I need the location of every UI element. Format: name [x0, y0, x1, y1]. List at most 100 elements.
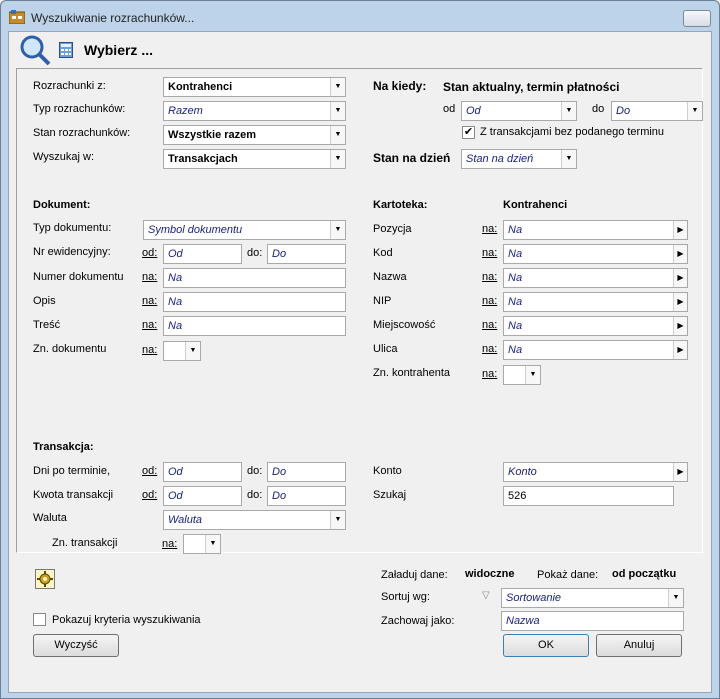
- typ-dokumentu-select[interactable]: Symbol dokumentu ▼: [143, 220, 346, 240]
- chevron-down-icon[interactable]: ▼: [330, 78, 345, 96]
- check-icon: ✔: [463, 126, 474, 138]
- tresc-input[interactable]: Na: [163, 316, 346, 336]
- chevron-down-icon[interactable]: ▼: [330, 221, 345, 239]
- zn-transakcji-label: Zn. transakcji: [52, 537, 118, 549]
- stan-rozrachunkow-select[interactable]: Wszystkie razem ▼: [163, 125, 346, 145]
- transakcja-section-title: Transakcja:: [33, 441, 94, 453]
- szukaj-input[interactable]: 526: [503, 486, 674, 506]
- stan-na-dzien-value: Stan na dzień: [466, 153, 534, 165]
- kartoteka-na-label: na:: [482, 271, 498, 283]
- chevron-down-icon[interactable]: ▼: [330, 150, 345, 168]
- miejscowosc-input[interactable]: Na ▶: [503, 316, 688, 336]
- kod-input[interactable]: Na ▶: [503, 244, 688, 264]
- nr-ewidencyjny-label: Nr ewidencyjny:: [33, 246, 111, 258]
- chevron-down-icon[interactable]: ▼: [330, 511, 345, 529]
- client-area: Wybierz ... Rozrachunki z: Kontrahenci ▼ …: [8, 31, 712, 693]
- arrow-right-icon[interactable]: ▶: [673, 293, 687, 311]
- settings-button[interactable]: [35, 569, 55, 589]
- typ-rozrachunkow-select[interactable]: Razem ▼: [163, 101, 346, 121]
- kwota-od-value: Od: [168, 490, 183, 502]
- chevron-down-icon[interactable]: ▼: [687, 102, 702, 120]
- anuluj-button[interactable]: Anuluj: [596, 634, 682, 657]
- criteria-panel: Rozrachunki z: Kontrahenci ▼ Typ rozrachu…: [16, 68, 703, 554]
- wyszukaj-value: Transakcjach: [168, 153, 238, 165]
- zachowaj-input[interactable]: Nazwa: [501, 611, 684, 631]
- tresc-na-label: na:: [142, 319, 158, 331]
- chevron-down-icon[interactable]: ▼: [205, 535, 220, 553]
- pokazuj-kryteria-label: Pokazuj kryteria wyszukiwania: [52, 614, 201, 626]
- arrow-right-icon[interactable]: ▶: [673, 269, 687, 287]
- close-button[interactable]: [683, 10, 711, 27]
- konto-value: Konto: [508, 466, 537, 478]
- opis-input[interactable]: Na: [163, 292, 346, 312]
- nip-value: Na: [508, 296, 523, 308]
- sortowanie-value: Sortowanie: [506, 592, 562, 604]
- chevron-down-icon[interactable]: ▼: [330, 126, 345, 144]
- kwota-do-input[interactable]: Do: [267, 486, 346, 506]
- chevron-down-icon[interactable]: ▼: [330, 102, 345, 120]
- funnel-icon[interactable]: ▽: [482, 590, 490, 601]
- ulica-input[interactable]: Na ▶: [503, 340, 688, 360]
- chevron-down-icon[interactable]: ▼: [525, 366, 540, 384]
- arrow-right-icon[interactable]: ▶: [673, 341, 687, 359]
- wyczysc-button[interactable]: Wyczyść: [33, 634, 119, 657]
- numer-dokumentu-label: Numer dokumentu: [33, 271, 124, 283]
- stan-na-dzien-select[interactable]: Stan na dzień ▼: [461, 149, 577, 169]
- od-date-select[interactable]: Od ▼: [461, 101, 577, 121]
- zn-kontrahenta-label: Zn. kontrahenta: [373, 367, 451, 379]
- nr-do-input[interactable]: Do: [267, 244, 346, 264]
- do-date-select[interactable]: Do ▼: [611, 101, 703, 121]
- waluta-select[interactable]: Waluta ▼: [163, 510, 346, 530]
- bez-terminu-label: Z transakcjami bez podanego terminu: [480, 126, 665, 138]
- stan-na-dzien-label: Stan na dzień: [373, 151, 451, 165]
- nr-od-input[interactable]: Od: [163, 244, 242, 264]
- chevron-down-icon[interactable]: ▼: [561, 102, 576, 120]
- nr-do-label: do:: [247, 247, 263, 259]
- zn-kontrahenta-select[interactable]: ▼: [503, 365, 541, 385]
- kartoteka-section-title: Kartoteka:: [373, 199, 428, 211]
- title-bar[interactable]: Wyszukiwanie rozrachunków...: [1, 1, 719, 31]
- zn-dokumentu-select[interactable]: ▼: [163, 341, 201, 361]
- zn-transakcji-select[interactable]: ▼: [183, 534, 221, 554]
- konto-input[interactable]: Konto ▶: [503, 462, 688, 482]
- chevron-down-icon[interactable]: ▼: [668, 589, 683, 607]
- dni-od-input[interactable]: Od: [163, 462, 242, 482]
- kwota-od-input[interactable]: Od: [163, 486, 242, 506]
- arrow-right-icon[interactable]: ▶: [673, 245, 687, 263]
- na-kiedy-label: Na kiedy:: [373, 79, 427, 93]
- wyszukaj-select[interactable]: Transakcjach ▼: [163, 149, 346, 169]
- nip-input[interactable]: Na ▶: [503, 292, 688, 312]
- kartoteka-na-label: na:: [482, 223, 498, 235]
- do-label: do: [592, 103, 605, 115]
- szukaj-label: Szukaj: [373, 489, 407, 501]
- rozrachunki-select[interactable]: Kontrahenci ▼: [163, 77, 346, 97]
- kartoteka-row-label: Nazwa: [373, 271, 407, 283]
- waluta-label: Waluta: [33, 512, 67, 524]
- kwota-od-label: od:: [142, 489, 158, 501]
- tresc-value: Na: [168, 320, 183, 332]
- sortowanie-select[interactable]: Sortowanie ▼: [501, 588, 684, 608]
- numer-dokumentu-input[interactable]: Na: [163, 268, 346, 288]
- header-title: Wybierz ...: [84, 42, 153, 58]
- pozycja-input[interactable]: Na ▶: [503, 220, 688, 240]
- bez-terminu-checkbox[interactable]: ✔: [462, 126, 475, 139]
- stan-rozrachunkow-label: Stan rozrachunków:: [33, 127, 131, 139]
- wyszukaj-label: Wyszukaj w:: [33, 151, 95, 163]
- typ-dokumentu-label: Typ dokumentu:: [33, 222, 112, 234]
- arrow-right-icon[interactable]: ▶: [673, 463, 687, 481]
- chevron-down-icon[interactable]: ▼: [561, 150, 576, 168]
- arrow-right-icon[interactable]: ▶: [673, 317, 687, 335]
- dni-do-input[interactable]: Do: [267, 462, 346, 482]
- arrow-right-icon[interactable]: ▶: [673, 221, 687, 239]
- chevron-down-icon[interactable]: ▼: [185, 342, 200, 360]
- zaladuj-value[interactable]: widoczne: [465, 568, 515, 580]
- sortuj-label: Sortuj wg:: [381, 591, 430, 603]
- nazwa-input[interactable]: Na ▶: [503, 268, 688, 288]
- wyczysc-label: Wyczyść: [54, 639, 98, 651]
- zn-transakcji-na-label: na:: [162, 538, 178, 550]
- app-icon: [9, 10, 25, 24]
- pokaz-value[interactable]: od początku: [612, 568, 676, 580]
- zn-dokumentu-na-label: na:: [142, 344, 158, 356]
- ok-button[interactable]: OK: [503, 634, 589, 657]
- pokazuj-kryteria-checkbox[interactable]: [33, 613, 46, 626]
